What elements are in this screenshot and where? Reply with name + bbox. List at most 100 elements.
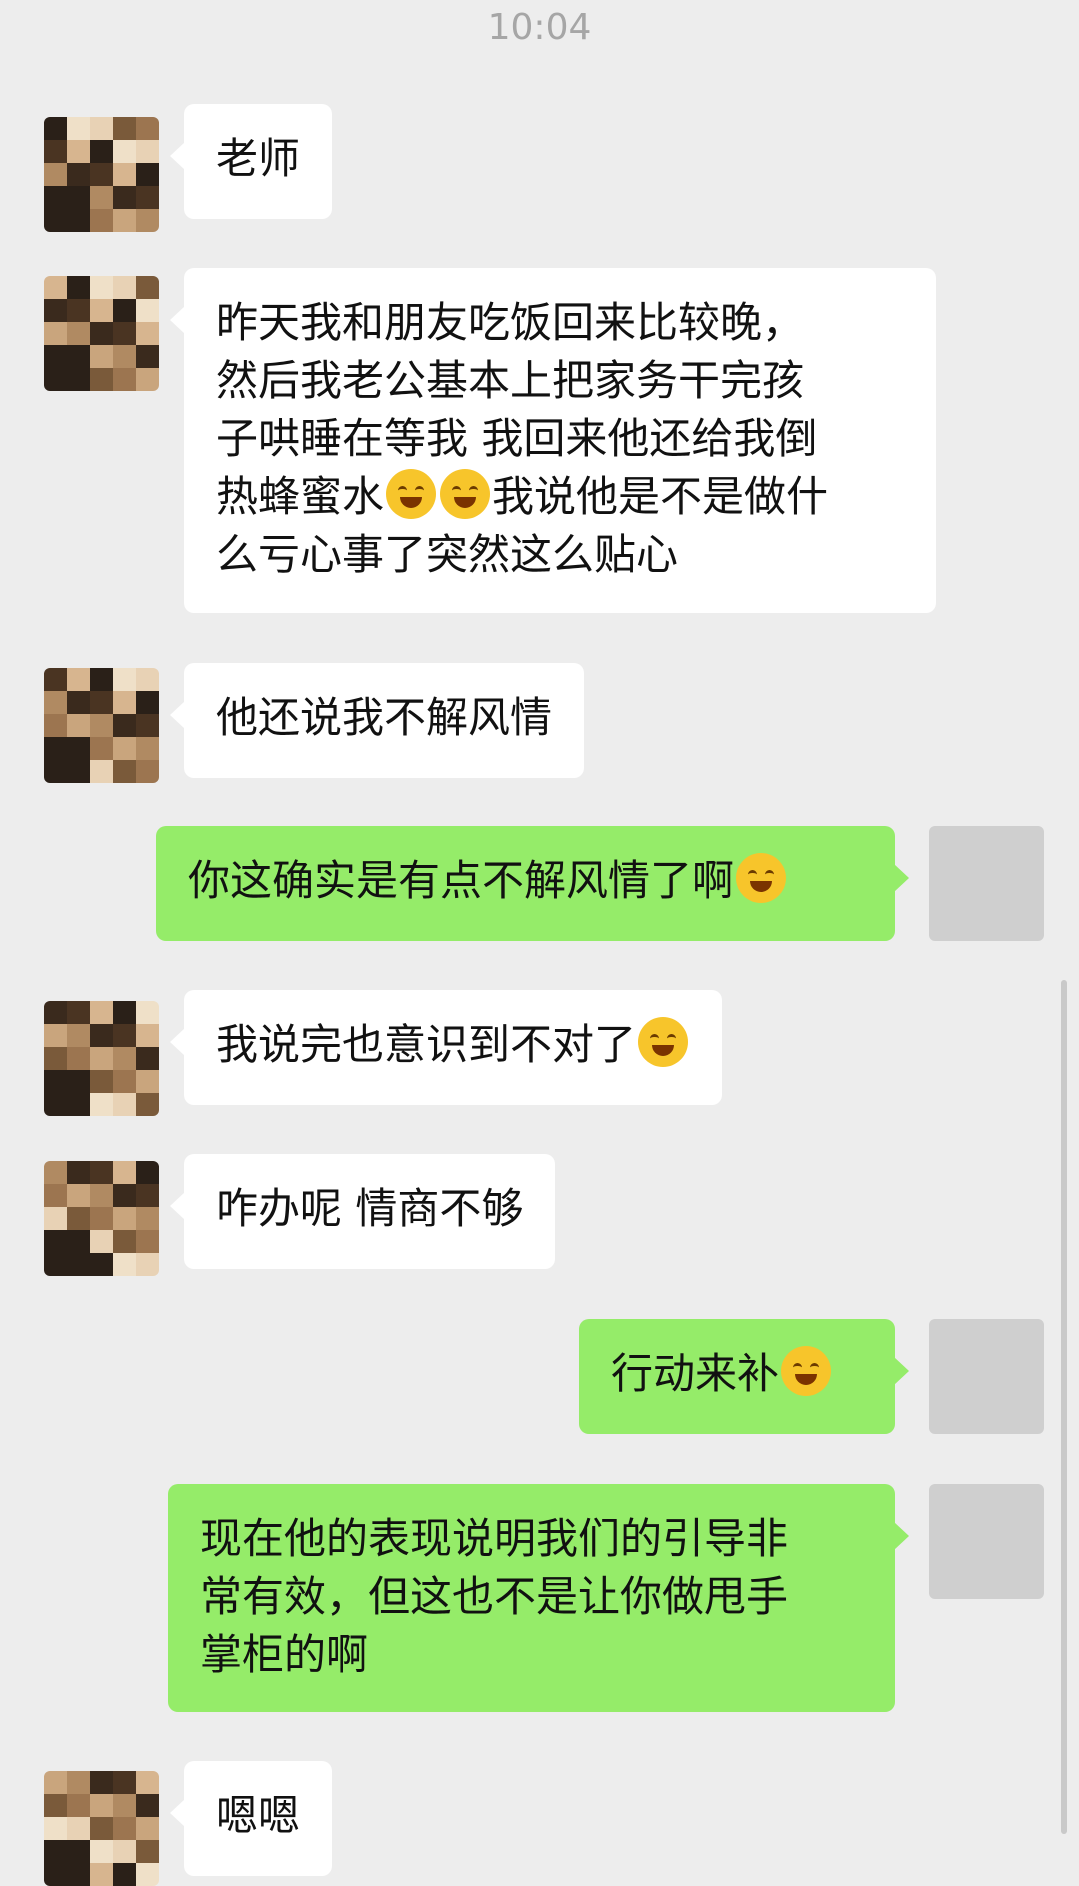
avatar-mosaic-tile	[90, 1840, 113, 1863]
avatar-mosaic-tile	[67, 1863, 90, 1886]
avatar-mosaic-tile	[113, 1161, 136, 1184]
incoming-message-bubble[interactable]: 咋办呢 情商不够	[169, 1154, 556, 1269]
avatar-mosaic-tile	[44, 760, 67, 783]
avatar-mosaic-tile	[90, 1024, 113, 1047]
incoming-message-bubble[interactable]: 我说完也意识到不对了	[169, 990, 723, 1105]
avatar-mosaic-tile	[67, 163, 90, 186]
avatar-mosaic-tile	[67, 117, 90, 140]
avatar-mosaic-tile	[113, 1817, 136, 1840]
message-text-line: 子哄睡在等我 我回来他还给我倒	[216, 414, 818, 463]
avatar-mosaic-tile	[90, 1093, 113, 1116]
avatar-mosaic-tile	[67, 140, 90, 163]
pixelated-avatar-icon	[44, 117, 159, 232]
message-text-line: 热蜂蜜水 我说他是不是做什	[216, 468, 904, 526]
avatar-mosaic-tile	[113, 1794, 136, 1817]
avatar-mosaic-tile	[136, 322, 159, 345]
avatar-mosaic-tile	[44, 1230, 67, 1253]
outgoing-message-bubble[interactable]: 行动来补	[579, 1319, 909, 1434]
avatar-mosaic-tile	[113, 299, 136, 322]
message-text-line: 然后我老公基本上把家务干完孩	[216, 356, 805, 405]
contact-avatar[interactable]	[44, 1001, 159, 1116]
avatar-mosaic-tile	[113, 1024, 136, 1047]
my-avatar[interactable]	[929, 826, 1044, 941]
avatar-mosaic-tile	[136, 163, 159, 186]
avatar-mosaic-tile	[136, 1001, 159, 1024]
my-avatar[interactable]	[929, 1319, 1044, 1434]
message-text: 我说完也意识到不对了	[216, 1020, 637, 1069]
avatar-mosaic-tile	[113, 668, 136, 691]
embarrassed-emoji-icon	[736, 853, 787, 903]
pixelated-avatar-icon	[44, 1771, 159, 1886]
avatar-mosaic-tile	[113, 1771, 136, 1794]
avatar-mosaic-tile	[90, 691, 113, 714]
avatar-mosaic-tile	[136, 1840, 159, 1863]
avatar-mosaic-tile	[136, 1817, 159, 1840]
my-avatar[interactable]	[929, 1484, 1044, 1599]
avatar-mosaic-tile	[136, 368, 159, 391]
avatar-mosaic-tile	[90, 345, 113, 368]
contact-avatar[interactable]	[44, 1161, 159, 1276]
avatar-mosaic-tile	[113, 1863, 136, 1886]
avatar-mosaic-tile	[44, 163, 67, 186]
avatar-mosaic-tile	[44, 1794, 67, 1817]
contact-avatar[interactable]	[44, 276, 159, 391]
facepalm-emoji-icon	[638, 1017, 689, 1067]
message-text: 热蜂蜜水	[216, 472, 385, 521]
avatar-mosaic-tile	[44, 276, 67, 299]
pixelated-avatar-icon	[44, 1001, 159, 1116]
avatar-mosaic-tile	[113, 1253, 136, 1276]
contact-avatar[interactable]	[44, 1771, 159, 1886]
avatar-mosaic-tile	[67, 1161, 90, 1184]
avatar-mosaic-tile	[113, 1840, 136, 1863]
avatar-mosaic-tile	[67, 345, 90, 368]
avatar-mosaic-tile	[44, 345, 67, 368]
avatar-mosaic-tile	[136, 1184, 159, 1207]
avatar-mosaic-tile	[44, 1840, 67, 1863]
incoming-message-bubble[interactable]: 嗯嗯	[169, 1761, 333, 1876]
avatar-mosaic-tile	[67, 276, 90, 299]
contact-avatar[interactable]	[44, 668, 159, 783]
avatar-mosaic-tile	[44, 322, 67, 345]
message-text: 行动来补	[611, 1349, 780, 1398]
avatar-mosaic-tile	[90, 276, 113, 299]
avatar-mosaic-tile	[67, 1093, 90, 1116]
avatar-mosaic-tile	[67, 737, 90, 760]
avatar-mosaic-tile	[136, 1771, 159, 1794]
avatar-mosaic-tile	[90, 1001, 113, 1024]
avatar-mosaic-tile	[90, 368, 113, 391]
pixelated-avatar-icon	[44, 276, 159, 391]
avatar-mosaic-tile	[67, 209, 90, 232]
incoming-message-bubble[interactable]: 老师	[169, 104, 333, 219]
avatar-mosaic-tile	[113, 737, 136, 760]
incoming-message-bubble[interactable]: 昨天我和朋友吃饭回来比较晚， 然后我老公基本上把家务干完孩 子哄睡在等我 我回来…	[170, 268, 936, 613]
avatar-mosaic-tile	[44, 714, 67, 737]
incoming-message-bubble[interactable]: 他还说我不解风情	[169, 663, 585, 778]
scrollbar[interactable]	[1061, 980, 1067, 1834]
avatar-mosaic-tile	[113, 1001, 136, 1024]
message-text: 他还说我不解风情	[216, 693, 553, 742]
avatar-mosaic-tile	[136, 117, 159, 140]
profile-photo-icon	[929, 826, 1044, 941]
message-text-line: 掌柜的啊	[200, 1630, 369, 1679]
avatar-mosaic-tile	[67, 1771, 90, 1794]
avatar-mosaic-tile	[67, 1817, 90, 1840]
avatar-mosaic-tile	[44, 1253, 67, 1276]
avatar-mosaic-tile	[90, 737, 113, 760]
outgoing-message-bubble[interactable]: 你这确实是有点不解风情了啊	[156, 826, 909, 941]
avatar-mosaic-tile	[113, 322, 136, 345]
avatar-mosaic-tile	[67, 668, 90, 691]
avatar-mosaic-tile	[136, 691, 159, 714]
avatar-mosaic-tile	[113, 117, 136, 140]
avatar-mosaic-tile	[44, 1863, 67, 1886]
message-text: 老师	[216, 134, 301, 183]
outgoing-message-bubble[interactable]: 现在他的表现说明我们的引导非 常有效，但这也不是让你做甩手 掌柜的啊	[168, 1484, 909, 1712]
avatar-mosaic-tile	[136, 668, 159, 691]
avatar-mosaic-tile	[44, 1207, 67, 1230]
avatar-mosaic-tile	[44, 737, 67, 760]
avatar-mosaic-tile	[113, 163, 136, 186]
avatar-mosaic-tile	[90, 1161, 113, 1184]
avatar-mosaic-tile	[67, 1794, 90, 1817]
contact-avatar[interactable]	[44, 117, 159, 232]
avatar-mosaic-tile	[44, 368, 67, 391]
avatar-mosaic-tile	[90, 186, 113, 209]
